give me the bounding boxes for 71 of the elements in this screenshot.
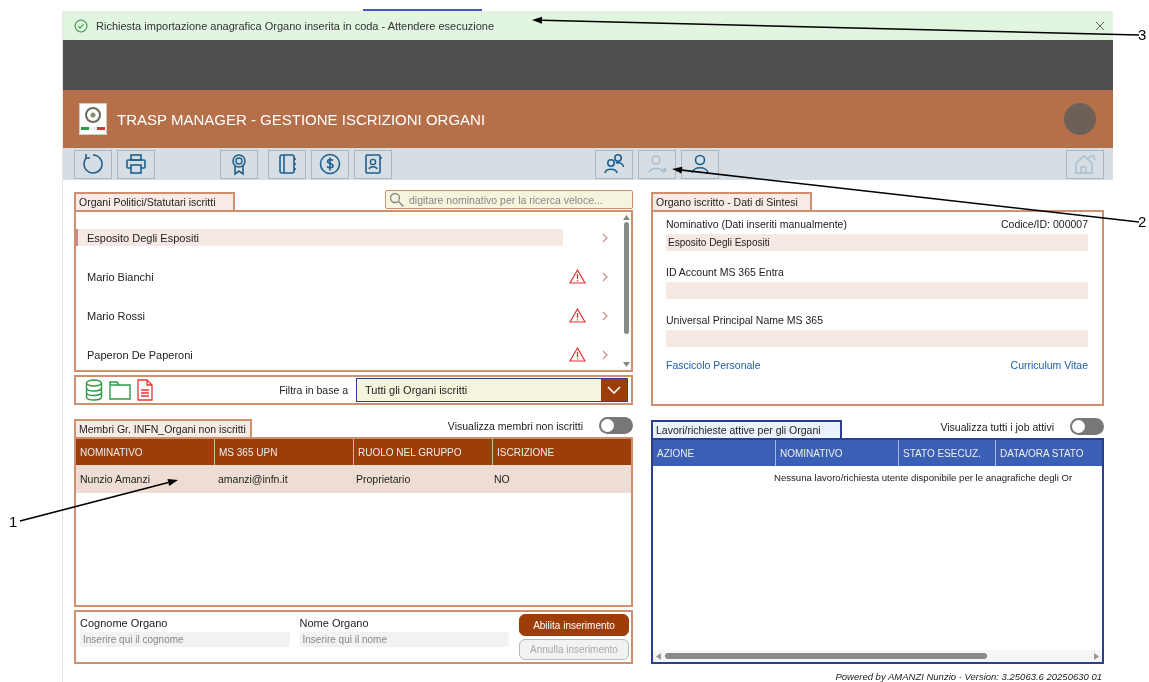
table-cell-text: Proprietario <box>355 473 412 485</box>
input-field[interactable]: Inserire qui il nome <box>299 632 509 647</box>
list-item[interactable]: Mario Bianchi <box>76 268 563 285</box>
list-item[interactable]: Mario Rossi <box>76 307 563 324</box>
link[interactable]: Fascicolo Personale <box>666 359 761 371</box>
field-label: Nominativo (Dati inseriti manualmente) <box>666 218 847 230</box>
callout-number: 1 <box>9 513 18 531</box>
toggle-switch[interactable] <box>599 417 633 434</box>
field-label: Nome Organo <box>299 617 370 629</box>
list-item[interactable]: Esposito Degli Espositi <box>76 229 563 246</box>
action-button[interactable]: Abilita inserimento <box>519 614 629 636</box>
people-icon <box>602 152 626 176</box>
search-icon <box>389 191 405 208</box>
database-icon[interactable] <box>85 379 103 401</box>
callout-number: 2 <box>1138 213 1147 231</box>
column-header[interactable]: NOMINATIVO <box>776 440 899 466</box>
app-title: TRASP MANAGER - GESTIONE ISCRIZIONI ORGANI <box>117 110 486 128</box>
refresh-icon <box>81 152 105 176</box>
table-row[interactable]: Nunzio Amanzi amanzi@infn.it Proprietario NO <box>76 465 631 493</box>
section-title: Organo iscritto - Dati di Sintesi <box>651 192 812 210</box>
table-cell-text: Nunzio Amanzi <box>79 473 152 485</box>
scroll-up-icon <box>623 215 630 220</box>
chevron-right-icon[interactable] <box>602 271 608 282</box>
field-label: Universal Principal Name MS 365 <box>666 314 823 326</box>
section-title: Lavori/richieste attive per gli Organi <box>651 420 842 438</box>
filter-label: Filtra in base a <box>279 384 348 396</box>
column-header[interactable]: STATO ESECUZ. <box>899 440 996 466</box>
field-label: Cognome Organo <box>80 617 169 629</box>
dollar-icon <box>318 152 342 176</box>
notification-text: Richiesta importazione anagrafica Organo inserita in coda - Attendere esecuzione <box>96 19 495 32</box>
column-header[interactable]: ISCRIZIONE <box>493 439 631 465</box>
chevron-right-icon[interactable] <box>602 310 608 321</box>
scrollbar[interactable] <box>653 650 1102 662</box>
chevron-right-icon[interactable] <box>602 232 608 243</box>
scrollbar[interactable] <box>622 212 631 370</box>
scroll-left-icon <box>656 652 661 660</box>
field-value: Esposito Degli Espositi <box>666 234 1088 251</box>
close-icon[interactable] <box>1095 20 1105 31</box>
scroll-right-icon <box>1094 652 1099 660</box>
chevron-right-icon[interactable] <box>602 349 608 360</box>
version-text: Powered by AMANZI Nunzio - Version: 3.25063.6 20250630 01 <box>834 671 1103 682</box>
column-header[interactable]: DATA/ORA STATO <box>996 440 1102 466</box>
filter-dropdown[interactable]: Tutti gli Organi iscritti <box>356 378 628 402</box>
scroll-thumb[interactable] <box>665 653 987 659</box>
table-cell-text: NO <box>493 473 511 485</box>
printer-icon <box>124 152 148 176</box>
document-icon[interactable] <box>137 379 153 401</box>
folder-icon[interactable] <box>109 380 131 400</box>
section-title: Organi Politici/Statutari iscritti <box>74 192 235 210</box>
chevron-down-icon <box>607 386 621 394</box>
column-header[interactable]: AZIONE <box>653 440 776 466</box>
scroll-thumb[interactable] <box>624 222 629 334</box>
search-field[interactable]: digitare nominativo per la ricerca veloce... <box>385 190 633 209</box>
emblem-logo <box>79 103 107 135</box>
toggle-label: Visualizza membri non iscritti <box>447 420 583 432</box>
section-title: Membri Gr. INFN_Organi non iscritti <box>74 419 252 437</box>
list-item[interactable]: Paperon De Paperoni <box>76 346 563 363</box>
empty-message: Nessuna lavoro/richiesta utente disponibile per le anagrafiche degli Or <box>773 471 1074 483</box>
toggle-switch[interactable] <box>1070 418 1104 435</box>
toolbar-button[interactable] <box>681 149 719 179</box>
link[interactable]: Curriculum Vitae <box>1010 359 1088 371</box>
table-cell-text: amanzi@infn.it <box>217 473 289 485</box>
house-icon <box>1073 152 1097 176</box>
toggle-label: Visualizza tutti i job attivi <box>940 421 1054 433</box>
field-label: ID Account MS 365 Entra <box>666 266 784 278</box>
input-field[interactable]: Inserire qui il cognome <box>80 632 290 647</box>
code-label: Codice/ID: 000007 <box>1001 218 1088 230</box>
check-circle-icon <box>74 18 88 33</box>
person-arrow-icon <box>645 152 669 176</box>
scroll-down-icon <box>623 362 630 367</box>
callout-number: 3 <box>1138 26 1147 44</box>
